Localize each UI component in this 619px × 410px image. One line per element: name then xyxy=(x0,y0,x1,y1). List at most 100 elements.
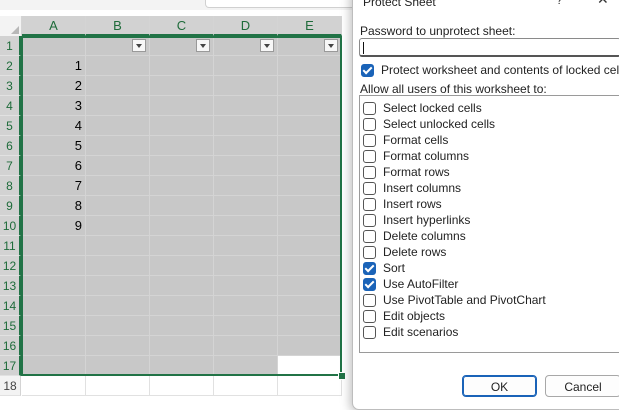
cell-b1[interactable] xyxy=(86,36,150,56)
permission-delete-rows[interactable]: Delete rows xyxy=(363,244,446,260)
permission-checkbox[interactable] xyxy=(363,277,376,291)
row-header-3[interactable]: 3 xyxy=(0,76,21,96)
row-header-8[interactable]: 8 xyxy=(0,176,21,196)
permission-use-autofilter[interactable]: Use AutoFilter xyxy=(363,276,458,292)
row-header-15[interactable]: 15 xyxy=(0,316,21,336)
permission-checkbox[interactable] xyxy=(363,293,376,307)
cell-a10[interactable]: 9 xyxy=(22,216,86,236)
permission-checkbox[interactable] xyxy=(363,101,376,115)
cell-b13[interactable] xyxy=(86,276,150,296)
cell-a2[interactable]: 1 xyxy=(22,56,86,76)
cell-a4[interactable]: 3 xyxy=(22,96,86,116)
cell-a3[interactable]: 2 xyxy=(22,76,86,96)
cell-b5[interactable] xyxy=(86,116,150,136)
row-header-16[interactable]: 16 xyxy=(0,336,21,356)
protect-contents-option[interactable]: Protect worksheet and contents of locked… xyxy=(361,62,619,78)
permission-checkbox[interactable] xyxy=(363,181,376,195)
cell-b18[interactable] xyxy=(86,376,150,396)
formula-bar[interactable] xyxy=(205,0,357,8)
permission-checkbox[interactable] xyxy=(363,213,376,227)
permission-sort[interactable]: Sort xyxy=(363,260,405,276)
permission-format-rows[interactable]: Format rows xyxy=(363,164,450,180)
cell-e15[interactable] xyxy=(278,316,342,336)
close-icon[interactable]: ✕ xyxy=(597,0,609,8)
cell-e16[interactable] xyxy=(278,336,342,356)
cell-d1[interactable] xyxy=(214,36,278,56)
permission-edit-scenarios[interactable]: Edit scenarios xyxy=(363,324,458,340)
column-header-d[interactable]: D xyxy=(214,16,278,36)
cell-b14[interactable] xyxy=(86,296,150,316)
permissions-list[interactable]: Select locked cells Select unlocked cells… xyxy=(359,95,619,353)
cell-c3[interactable] xyxy=(150,76,214,96)
cell-b17[interactable] xyxy=(86,356,150,376)
protect-contents-checkbox[interactable] xyxy=(361,63,374,77)
row-header-9[interactable]: 9 xyxy=(0,196,21,216)
cell-c14[interactable] xyxy=(150,296,214,316)
cell-e13[interactable] xyxy=(278,276,342,296)
cell-c12[interactable] xyxy=(150,256,214,276)
cell-a7[interactable]: 6 xyxy=(22,156,86,176)
cell-b6[interactable] xyxy=(86,136,150,156)
cell-e7[interactable] xyxy=(278,156,342,176)
cell-d9[interactable] xyxy=(214,196,278,216)
cell-d6[interactable] xyxy=(214,136,278,156)
cell-c6[interactable] xyxy=(150,136,214,156)
cell-a13[interactable] xyxy=(22,276,86,296)
permission-checkbox[interactable] xyxy=(363,149,376,163)
cell-a1[interactable] xyxy=(22,36,86,56)
row-header-7[interactable]: 7 xyxy=(0,156,21,176)
permission-checkbox[interactable] xyxy=(363,325,376,339)
cell-b4[interactable] xyxy=(86,96,150,116)
permission-select-unlocked-cells[interactable]: Select unlocked cells xyxy=(363,116,495,132)
row-header-5[interactable]: 5 xyxy=(0,116,21,136)
cell-c8[interactable] xyxy=(150,176,214,196)
permission-checkbox[interactable] xyxy=(363,197,376,211)
column-header-a[interactable]: A xyxy=(22,16,86,36)
cell-b9[interactable] xyxy=(86,196,150,216)
cell-e11[interactable] xyxy=(278,236,342,256)
cell-d14[interactable] xyxy=(214,296,278,316)
cell-c7[interactable] xyxy=(150,156,214,176)
cell-d4[interactable] xyxy=(214,96,278,116)
permission-checkbox[interactable] xyxy=(363,117,376,131)
cell-d3[interactable] xyxy=(214,76,278,96)
cell-c15[interactable] xyxy=(150,316,214,336)
filter-dropdown-icon[interactable] xyxy=(132,39,146,52)
cell-c16[interactable] xyxy=(150,336,214,356)
cell-d10[interactable] xyxy=(214,216,278,236)
permission-checkbox[interactable] xyxy=(363,261,376,275)
cell-e14[interactable] xyxy=(278,296,342,316)
cell-e3[interactable] xyxy=(278,76,342,96)
row-header-13[interactable]: 13 xyxy=(0,276,21,296)
cell-a9[interactable]: 8 xyxy=(22,196,86,216)
fill-handle[interactable] xyxy=(338,372,346,380)
cell-d18[interactable] xyxy=(214,376,278,396)
cell-c17[interactable] xyxy=(150,356,214,376)
cell-d15[interactable] xyxy=(214,316,278,336)
cell-e5[interactable] xyxy=(278,116,342,136)
cell-d12[interactable] xyxy=(214,256,278,276)
cell-b16[interactable] xyxy=(86,336,150,356)
permission-checkbox[interactable] xyxy=(363,165,376,179)
help-icon[interactable]: ? xyxy=(556,0,563,7)
filter-dropdown-icon[interactable] xyxy=(260,39,274,52)
cell-b3[interactable] xyxy=(86,76,150,96)
cell-e12[interactable] xyxy=(278,256,342,276)
cell-d8[interactable] xyxy=(214,176,278,196)
cell-c13[interactable] xyxy=(150,276,214,296)
cell-d5[interactable] xyxy=(214,116,278,136)
cell-a5[interactable]: 4 xyxy=(22,116,86,136)
cell-b8[interactable] xyxy=(86,176,150,196)
row-header-18[interactable]: 18 xyxy=(0,376,21,396)
filter-dropdown-icon[interactable] xyxy=(324,39,338,52)
cell-c9[interactable] xyxy=(150,196,214,216)
cell-a14[interactable] xyxy=(22,296,86,316)
cell-d17[interactable] xyxy=(214,356,278,376)
cell-a17[interactable] xyxy=(22,356,86,376)
permission-edit-objects[interactable]: Edit objects xyxy=(363,308,445,324)
filter-dropdown-icon[interactable] xyxy=(196,39,210,52)
cell-a16[interactable] xyxy=(22,336,86,356)
permission-insert-hyperlinks[interactable]: Insert hyperlinks xyxy=(363,212,470,228)
cell-e1[interactable] xyxy=(278,36,342,56)
cell-d11[interactable] xyxy=(214,236,278,256)
